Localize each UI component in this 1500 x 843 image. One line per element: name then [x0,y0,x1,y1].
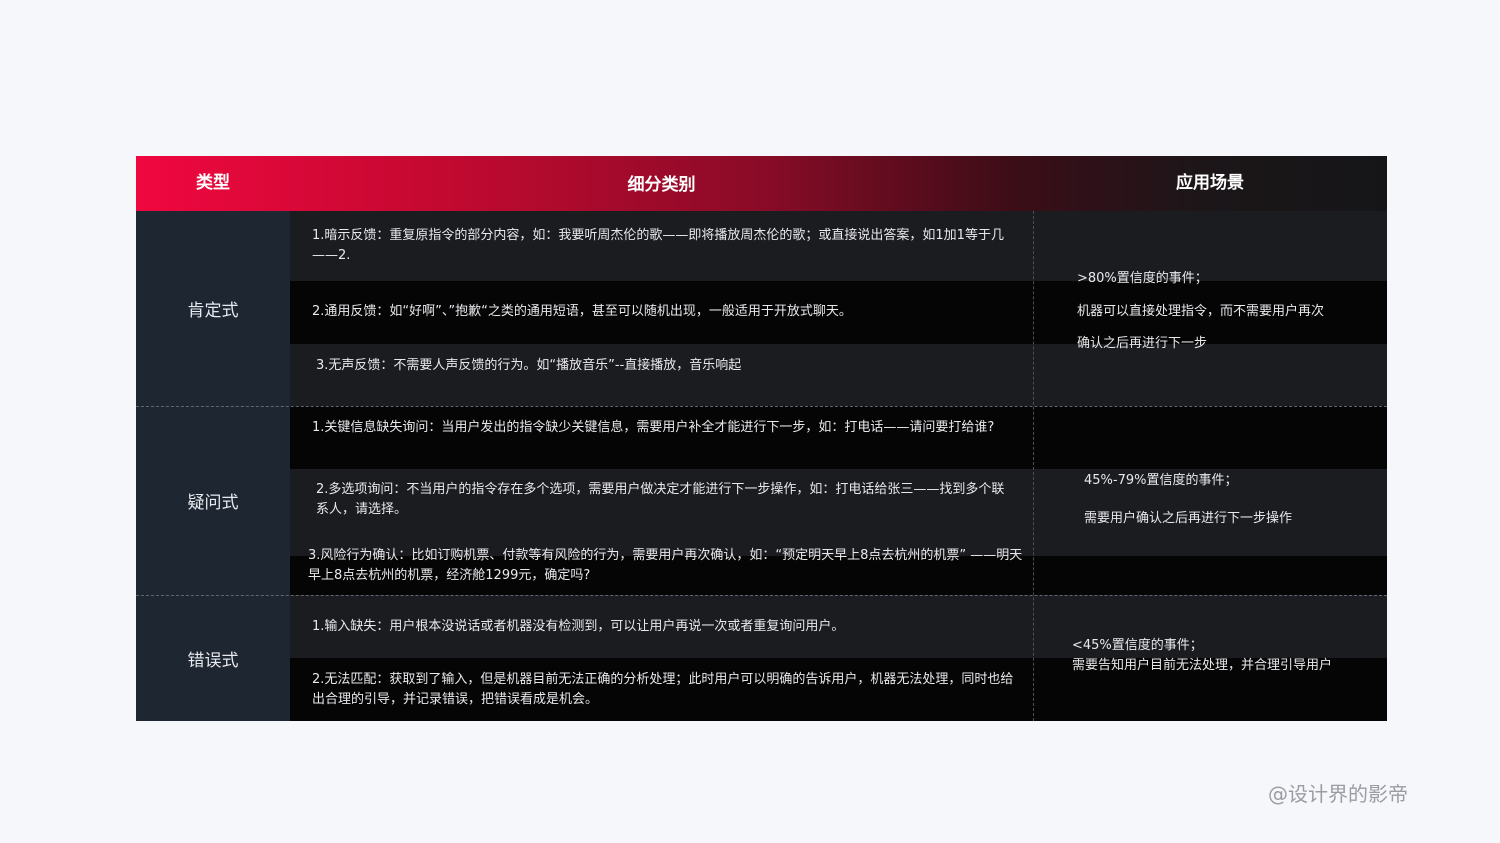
list-item: 1.关键信息缺失询问：当用户发出的指令缺少关键信息，需要用户补全才能进行下一步，… [312,420,995,435]
classification-table: 类型 细分类别 应用场景 肯定式 疑问式 错误式 1.暗示反馈：重复原指令的部分… [136,156,1387,721]
header-scene: 应用场景 [1176,173,1244,193]
list-item: 2.多选项询问：不当用户的指令存在多个选项，需要用户做决定才能进行下一步操作，如… [316,482,1005,517]
list-item: 1.暗示反馈：重复原指令的部分内容，如：我要听周杰伦的歌——即将播放周杰伦的歌；… [312,228,1004,263]
category-error: 错误式 [136,595,290,721]
row-divider [136,595,1387,596]
scene-text: 45%-79%置信度的事件； [1084,473,1238,488]
scene-text: >80%置信度的事件； [1077,271,1208,286]
scene-text: <45%置信度的事件； [1072,638,1203,653]
table-header: 类型 细分类别 应用场景 [136,156,1387,211]
header-type: 类型 [196,173,230,193]
scene-text: 机器可以直接处理指令，而不需要用户再次 [1077,304,1325,319]
header-subcategory: 细分类别 [627,175,696,195]
scene-text: 需要用户确认之后再进行下一步操作 [1084,511,1293,526]
list-item: 2.通用反馈：如“好啊”、”抱歉“之类的通用短语，甚至可以随机出现，一般适用于开… [312,304,852,319]
row-divider [136,406,1387,407]
list-item: 3.风险行为确认：比如订购机票、付款等有风险的行为，需要用户再次确认，如：“预定… [308,548,1023,583]
list-item: 1.输入缺失：用户根本没说话或者机器没有检测到，可以让用户再说一次或者重复询问用… [312,619,845,634]
category-question: 疑问式 [136,406,290,595]
scene-text: 确认之后再进行下一步 [1077,336,1208,351]
category-affirmative: 肯定式 [136,211,290,406]
list-item: 2.无法匹配：获取到了输入，但是机器目前无法正确的分析处理；此时用户可以明确的告… [312,672,1014,707]
list-item: 3.无声反馈：不需要人声反馈的行为。如“播放音乐”--直接播放，音乐响起 [316,358,742,373]
scene-text: 需要告知用户目前无法处理，并合理引导用户 [1072,658,1333,673]
watermark: @设计界的影帝 [1268,782,1408,806]
column-divider [1033,211,1034,721]
